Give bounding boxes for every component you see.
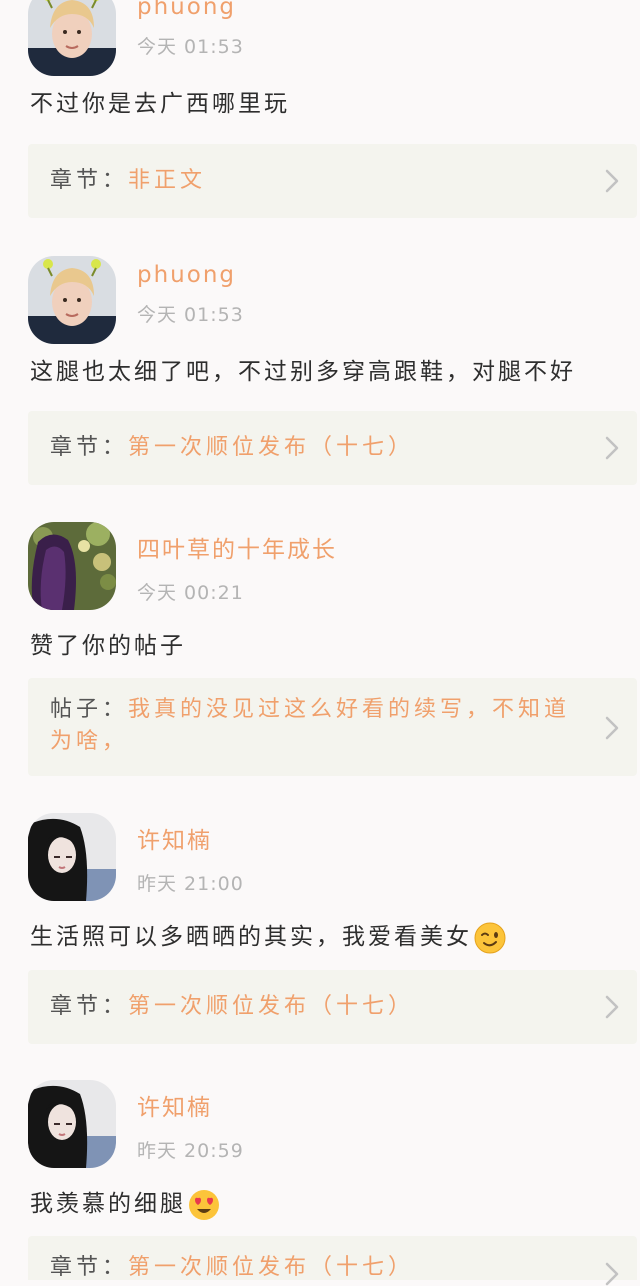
- chevron-right-icon: [605, 1262, 619, 1286]
- comment-time: 今天 01:53: [137, 304, 244, 326]
- comment-feed: phuong 今天 01:53 不过你是去广西哪里玩 章节：非正文 phuong…: [0, 0, 640, 1280]
- chapter-reference-card[interactable]: 章节：第一次顺位发布（十七）: [28, 970, 637, 1044]
- post-reference-card[interactable]: 帖子：我真的没见过这么好看的续写，不知道为啥，: [28, 678, 637, 776]
- comment-content: 不过你是去广西哪里玩: [30, 91, 290, 117]
- reference-text: 章节：第一次顺位发布（十七）: [50, 991, 589, 1023]
- chevron-right-icon: [605, 169, 619, 193]
- reference-title: 我真的没见过这么好看的续写，不知道为啥，: [50, 697, 571, 754]
- comment-text: 我羡慕的细腿: [30, 1191, 186, 1217]
- chapter-reference-card[interactable]: 章节：第一次顺位发布（十七）: [28, 1236, 637, 1280]
- comment-username[interactable]: phuong: [137, 0, 236, 20]
- comment-time: 昨天 20:59: [137, 1140, 244, 1162]
- comment-username[interactable]: phuong: [137, 262, 236, 288]
- comment-time: 今天 00:21: [137, 582, 244, 604]
- blonde-boy-avatar-icon[interactable]: [28, 256, 116, 344]
- comment-content: 我羡慕的细腿: [30, 1184, 620, 1221]
- heart-eyes-emoji-icon: [188, 1189, 220, 1221]
- comment-content: 赞了你的帖子: [30, 633, 186, 659]
- reference-label: 章节: [50, 435, 103, 460]
- comment-text: 生活照可以多晒晒的其实，我爱看美女: [30, 924, 472, 950]
- reference-title: 非正文: [128, 168, 207, 193]
- reference-text: 帖子：我真的没见过这么好看的续写，不知道为啥，: [50, 694, 589, 758]
- reference-label: 帖子: [50, 697, 103, 722]
- reference-title: 第一次顺位发布（十七）: [128, 1255, 415, 1280]
- reference-label: 章节: [50, 994, 103, 1019]
- comment-time: 今天 01:53: [137, 36, 244, 58]
- reference-colon: ：: [102, 994, 129, 1019]
- reference-text: 章节：非正文: [50, 165, 589, 197]
- reference-colon: ：: [102, 168, 129, 193]
- chevron-right-icon: [605, 716, 619, 740]
- chapter-reference-card[interactable]: 章节：非正文: [28, 144, 637, 218]
- reference-colon: ：: [102, 697, 129, 722]
- comment-item: 许知楠 昨天 21:00 生活照可以多晒晒的其实，我爱看美女 章节：第一次顺位发…: [0, 813, 640, 1045]
- reference-text: 章节：第一次顺位发布（十七）: [50, 1252, 589, 1284]
- blonde-boy-avatar-icon[interactable]: [28, 0, 116, 76]
- comment-item: phuong 今天 01:53 不过你是去广西哪里玩 章节：非正文: [0, 0, 640, 220]
- comment-item: 许知楠 昨天 20:59 我羡慕的细腿 章节：第一次顺位发布（十七）: [0, 1080, 640, 1280]
- comment-username[interactable]: 许知楠: [137, 1088, 212, 1122]
- wink-emoji-icon: [474, 922, 506, 954]
- dark-hair-girl-avatar-icon[interactable]: [28, 813, 116, 901]
- reference-colon: ：: [102, 1255, 129, 1280]
- reference-label: 章节: [50, 1255, 103, 1280]
- comment-time: 昨天 21:00: [137, 873, 244, 895]
- comment-username[interactable]: 四叶草的十年成长: [137, 530, 337, 564]
- comment-item: phuong 今天 01:53 这腿也太细了吧，不过别多穿高跟鞋，对腿不好 章节…: [0, 256, 640, 488]
- reference-colon: ：: [102, 435, 129, 460]
- dark-hair-girl-avatar-icon[interactable]: [28, 1080, 116, 1168]
- chapter-reference-card[interactable]: 章节：第一次顺位发布（十七）: [28, 411, 637, 485]
- comment-content: 这腿也太细了吧，不过别多穿高跟鞋，对腿不好: [30, 359, 576, 385]
- reference-title: 第一次顺位发布（十七）: [128, 435, 415, 460]
- comment-item: 四叶草的十年成长 今天 00:21 赞了你的帖子 帖子：我真的没见过这么好看的续…: [0, 522, 640, 778]
- reference-text: 章节：第一次顺位发布（十七）: [50, 432, 589, 464]
- comment-username[interactable]: 许知楠: [137, 821, 212, 855]
- reference-label: 章节: [50, 168, 103, 193]
- chevron-right-icon: [605, 995, 619, 1019]
- reference-title: 第一次顺位发布（十七）: [128, 994, 415, 1019]
- comment-content: 生活照可以多晒晒的其实，我爱看美女: [30, 917, 620, 954]
- purple-hair-girl-avatar-icon[interactable]: [28, 522, 116, 610]
- chevron-right-icon: [605, 436, 619, 460]
